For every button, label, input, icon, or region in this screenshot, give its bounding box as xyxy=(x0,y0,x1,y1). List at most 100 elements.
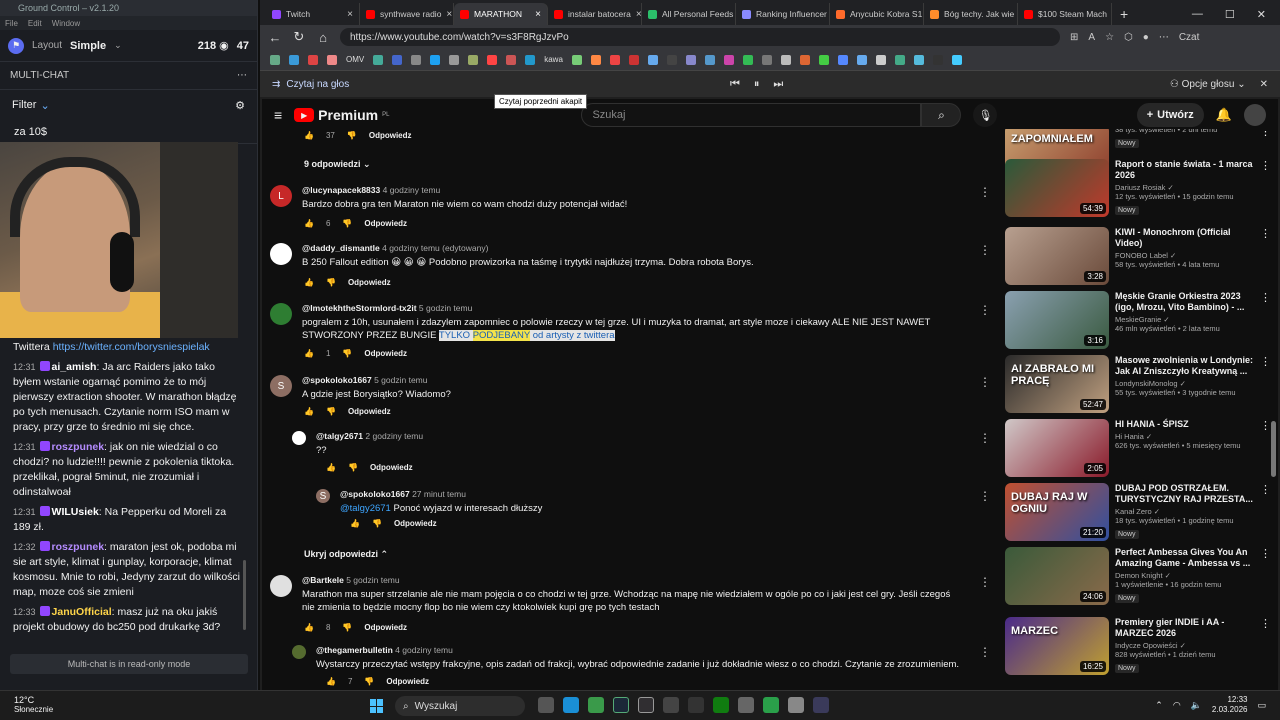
more-vert-icon[interactable]: ⋮ xyxy=(979,431,991,445)
bell-icon[interactable]: 🔔 xyxy=(1216,107,1232,123)
more-icon[interactable]: ⋯ xyxy=(237,70,247,81)
avatar[interactable] xyxy=(270,575,292,597)
more-vert-icon[interactable]: ⋮ xyxy=(979,185,991,199)
like-icon[interactable]: 👍 xyxy=(326,677,336,686)
more-vert-icon[interactable]: ⋮ xyxy=(1260,483,1271,496)
url-field[interactable]: https://www.youtube.com/watch?v=s3F8RgJz… xyxy=(340,28,1060,46)
browser-tab[interactable]: Twitch × xyxy=(266,3,360,25)
reply-button[interactable]: Odpowiedz xyxy=(364,623,407,632)
avatar[interactable] xyxy=(270,243,292,265)
read-aloud-icon[interactable]: A xyxy=(1088,32,1095,43)
chrome-icon[interactable] xyxy=(588,697,604,713)
bookmark-icon[interactable] xyxy=(430,54,441,65)
previous-paragraph-icon[interactable]: ⏮ xyxy=(730,78,740,91)
bookmark-icon[interactable] xyxy=(666,54,677,65)
like-icon[interactable]: 👍 xyxy=(304,278,314,287)
bookmark-icon[interactable] xyxy=(525,54,536,65)
bookmark-icon[interactable] xyxy=(468,54,479,65)
reply-button[interactable]: Odpowiedz xyxy=(370,463,413,472)
close-icon[interactable]: × xyxy=(535,9,541,20)
comment-author[interactable]: @spokoloko1667 27 minut temu xyxy=(340,489,965,499)
channel-name[interactable]: Hi Hania ✓ xyxy=(1115,432,1255,441)
dislike-icon[interactable]: 👎 xyxy=(342,623,352,632)
pause-icon[interactable]: ⏸ xyxy=(754,78,760,91)
more-vert-icon[interactable]: ⋮ xyxy=(979,645,991,659)
close-icon[interactable]: × xyxy=(446,9,452,20)
more-vert-icon[interactable]: ⋮ xyxy=(1260,159,1271,172)
clock[interactable]: 12:33 2.03.2026 xyxy=(1212,695,1248,715)
video-thumbnail[interactable]: 2:05 xyxy=(1005,419,1109,477)
notification-icon[interactable]: ▭ xyxy=(1257,700,1266,711)
video-card[interactable]: AI ZABRAŁO MI PRACĘ 52:47 Masowe zwolnieni… xyxy=(1005,355,1275,417)
like-icon[interactable]: 👍 xyxy=(304,407,314,416)
dislike-icon[interactable]: 👎 xyxy=(348,463,358,472)
reply-button[interactable]: Odpowiedz xyxy=(364,349,407,358)
gear-icon[interactable]: ⚙ xyxy=(235,99,245,112)
browser-tab[interactable]: instalar batocera × xyxy=(548,3,642,25)
bookmark-icon[interactable] xyxy=(837,54,848,65)
xbox-icon[interactable] xyxy=(713,697,729,713)
dislike-icon[interactable]: 👎 xyxy=(342,349,352,358)
bookmark-icon[interactable] xyxy=(875,54,886,65)
bookmark-icon[interactable] xyxy=(449,54,460,65)
chevron-up-icon[interactable]: ⌃ xyxy=(1155,700,1163,711)
maximize-icon[interactable]: ☐ xyxy=(1225,8,1235,21)
channel-name[interactable]: MeskieGranie ✓ xyxy=(1115,315,1255,324)
bookmark-icon[interactable] xyxy=(411,54,422,65)
video-title[interactable]: KIWI - Monochrom (Official Video) xyxy=(1115,227,1255,249)
edge-icon[interactable] xyxy=(563,697,579,713)
video-thumbnail[interactable]: 54:39 xyxy=(1005,159,1109,217)
search-icon[interactable]: ⌕ xyxy=(921,103,962,127)
comment-author[interactable]: @daddy_dismantle 4 godziny temu (edytowa… xyxy=(302,243,965,253)
video-title[interactable]: Perfect Ambessa Gives You An Amazing Gam… xyxy=(1115,547,1255,569)
apps-icon[interactable]: ⊞ xyxy=(1070,32,1078,43)
more-vert-icon[interactable]: ⋮ xyxy=(979,489,991,503)
comment-author[interactable]: @lucynapacek8833 4 godziny temu xyxy=(302,185,965,195)
comment-author[interactable]: @thegamerbulletin 4 godziny temu xyxy=(316,645,965,655)
browser-tab[interactable]: MARATHON × xyxy=(454,3,548,25)
bookmark-icon[interactable] xyxy=(506,54,517,65)
like-icon[interactable]: 👍 xyxy=(304,623,314,632)
more-vert-icon[interactable]: ⋮ xyxy=(1260,547,1271,560)
avatar[interactable]: L xyxy=(270,185,292,207)
extension-icon[interactable]: ⬡ xyxy=(1124,32,1133,43)
bookmark-icon[interactable] xyxy=(913,54,924,65)
bookmark-icon[interactable] xyxy=(590,54,601,65)
bookmark-icon[interactable] xyxy=(818,54,829,65)
video-card[interactable]: 2:05 HI HANIA - ŚPISZ Hi Hania ✓ 626 tys. w… xyxy=(1005,419,1275,481)
bookmark-icon[interactable] xyxy=(685,54,696,65)
video-thumbnail[interactable]: MARZEC 16:25 xyxy=(1005,617,1109,675)
comment-author[interactable]: @spokoloko1667 5 godzin temu xyxy=(302,375,965,385)
avatar[interactable] xyxy=(292,645,306,659)
channel-name[interactable]: LondynskiMonolog ✓ xyxy=(1115,379,1255,388)
avatar[interactable]: S xyxy=(270,375,292,397)
close-window-icon[interactable]: ✕ xyxy=(1257,8,1266,21)
dislike-icon[interactable]: 👎 xyxy=(326,407,336,416)
browser-tab[interactable]: Anycubic Kobra S1× xyxy=(830,3,924,25)
comment-author[interactable]: @Bartkele 5 godzin temu xyxy=(302,575,965,585)
new-tab-icon[interactable]: + xyxy=(1112,6,1136,25)
bookmark-icon[interactable] xyxy=(571,54,582,65)
browser-tab[interactable]: synthwave radio × xyxy=(360,3,454,25)
video-card[interactable]: MARZEC 16:25 Premiery gier INDIE i AA - MA… xyxy=(1005,617,1275,679)
video-title[interactable]: Premiery gier INDIE i AA - MARZEC 2026 xyxy=(1115,617,1255,639)
avatar[interactable] xyxy=(292,431,306,445)
more-vert-icon[interactable]: ⋮ xyxy=(1260,419,1271,432)
chat-username[interactable]: JanuOfficial xyxy=(52,606,112,618)
taskbar-search[interactable]: ⌕ Wyszukaj xyxy=(395,696,525,716)
bookmark-icon[interactable] xyxy=(856,54,867,65)
video-title[interactable]: Raport o stanie świata - 1 marca 2026 xyxy=(1115,159,1255,181)
view-replies-button[interactable]: 9 odpowiedzi ⌄ xyxy=(304,159,371,170)
close-icon[interactable]: × xyxy=(636,9,641,20)
more-vert-icon[interactable]: ⋮ xyxy=(1260,617,1271,630)
browser-tab[interactable]: Ranking Influencer× xyxy=(736,3,830,25)
chevron-down-icon[interactable]: ⌄ xyxy=(114,40,122,51)
dislike-icon[interactable]: 👎 xyxy=(347,131,357,140)
video-card[interactable]: 3:28 KIWI - Monochrom (Official Video) FON… xyxy=(1005,227,1275,289)
bookmark-icon[interactable] xyxy=(270,54,280,65)
like-icon[interactable]: 👍 xyxy=(304,219,314,228)
copilot-chat-button[interactable]: Czat xyxy=(1179,32,1200,43)
more-vert-icon[interactable]: ⋮ xyxy=(1260,355,1271,368)
task-view-icon[interactable] xyxy=(538,697,554,713)
comment-author[interactable]: @ImotekhtheStormlord-tx2it 5 godzin temu xyxy=(302,303,965,313)
